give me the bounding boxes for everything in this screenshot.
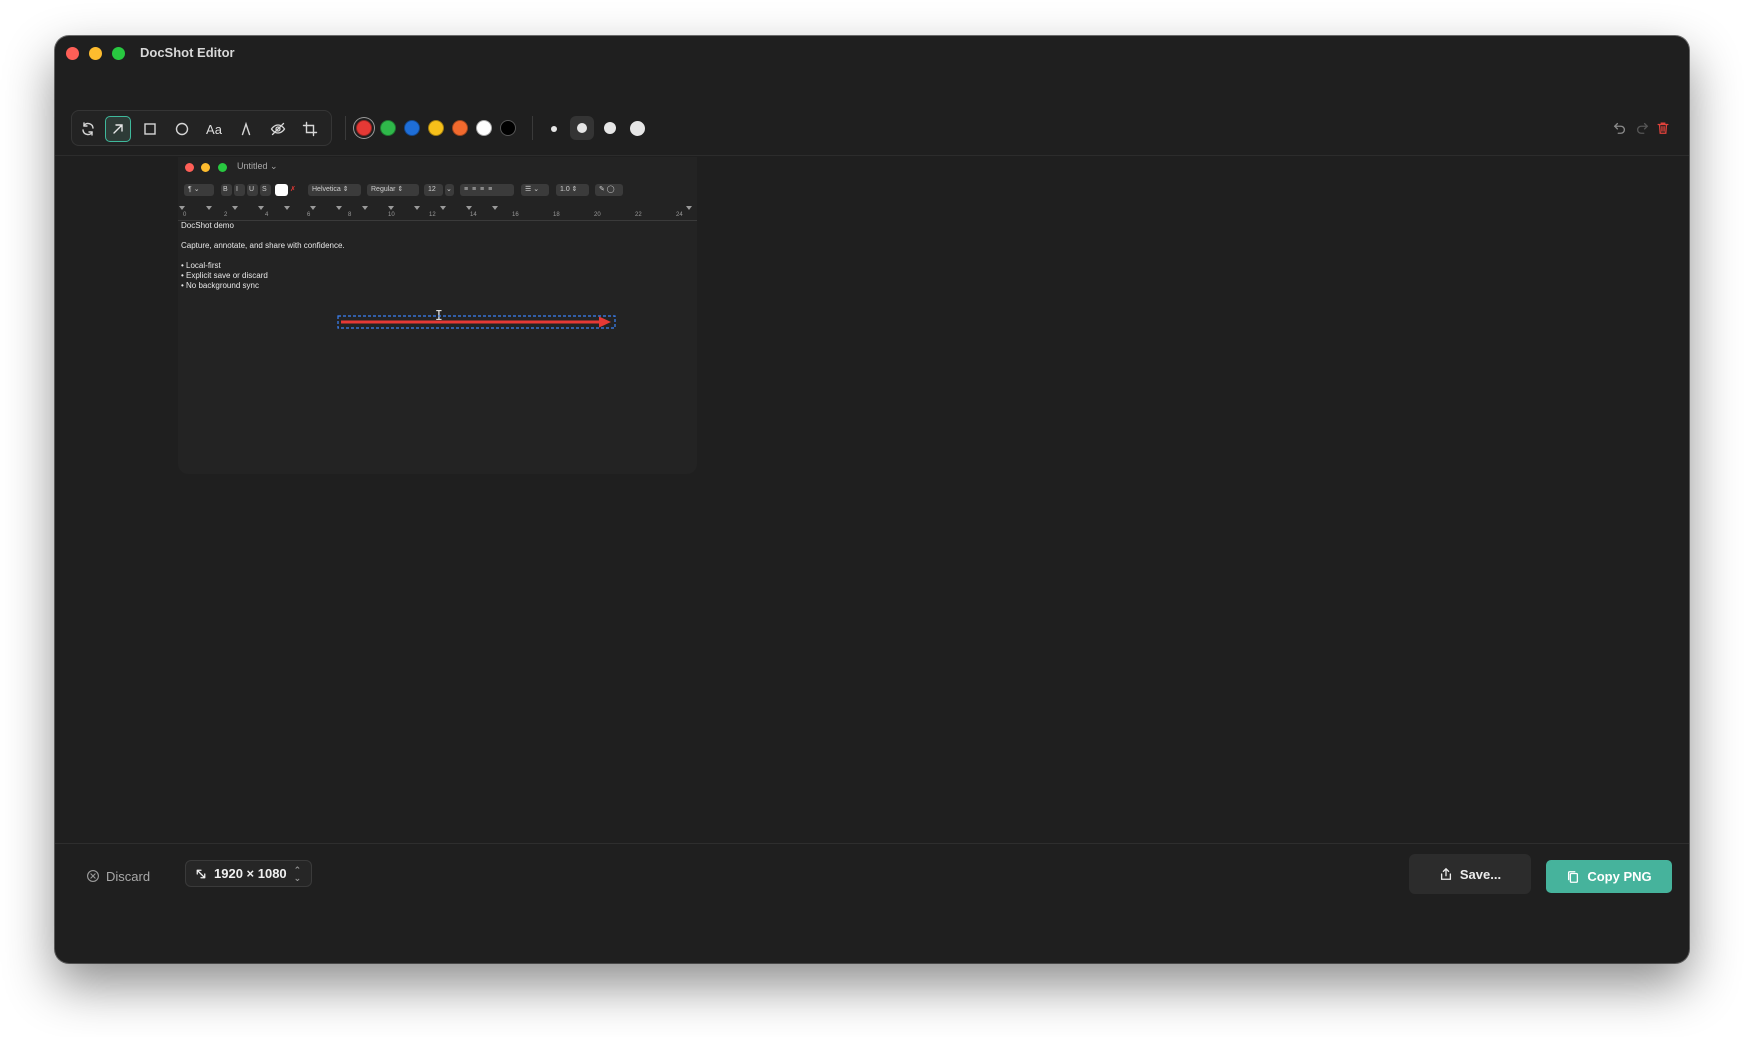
color-swatch-yellow[interactable] xyxy=(428,120,444,136)
window-title: DocShot Editor xyxy=(140,45,235,60)
stroke-size-large[interactable] xyxy=(604,122,616,134)
arrow-tool[interactable] xyxy=(105,116,131,142)
dimensions-value: 1920 × 1080 xyxy=(214,866,287,881)
save-button[interactable]: Save... xyxy=(1409,854,1531,894)
captured-screenshot[interactable]: Untitled ⌄ ¶ ⌄ B I U S ✗ Helvetica ⇕ Reg… xyxy=(178,157,697,474)
trash-icon xyxy=(1657,122,1669,134)
rotate-icon xyxy=(82,122,94,136)
close-window-button[interactable] xyxy=(66,47,79,60)
rectangle-icon xyxy=(144,123,156,135)
crop-tool[interactable] xyxy=(297,116,323,142)
discard-button[interactable]: Discard xyxy=(86,866,150,886)
discard-label: Discard xyxy=(106,868,151,884)
stepper-chevron-icon: ⌃ ⌄ xyxy=(293,864,302,883)
toolbar-divider xyxy=(532,116,533,140)
redact-tool[interactable] xyxy=(265,116,291,142)
color-swatch-blue[interactable] xyxy=(404,120,420,136)
dimensions-select[interactable]: 1920 × 1080 ⌃ ⌄ xyxy=(185,860,312,887)
copy-label: Copy PNG xyxy=(1587,869,1652,884)
color-swatch-red[interactable] xyxy=(356,120,372,136)
tool-group: Aa xyxy=(71,110,332,146)
stroke-size-small[interactable] xyxy=(551,126,557,132)
rotate-tool[interactable] xyxy=(75,116,101,142)
stroke-size-medium[interactable] xyxy=(577,123,587,133)
editor-canvas[interactable]: Untitled ⌄ ¶ ⌄ B I U S ✗ Helvetica ⇕ Reg… xyxy=(55,157,1689,843)
annotation-arrow-head xyxy=(599,316,611,328)
text-tool[interactable]: Aa xyxy=(201,116,227,142)
ellipse-tool[interactable] xyxy=(169,116,195,142)
arrow-icon xyxy=(113,124,123,134)
resize-icon xyxy=(196,869,206,878)
color-swatch-orange[interactable] xyxy=(452,120,468,136)
pen-icon xyxy=(241,121,251,136)
toolbar-divider xyxy=(345,116,346,140)
color-swatch-white[interactable] xyxy=(476,120,492,136)
stroke-size-x-large[interactable] xyxy=(630,121,645,136)
annotation-toolbar: Aa xyxy=(55,70,1689,156)
redact-eye-icon xyxy=(270,122,286,136)
copy-png-button[interactable]: Copy PNG xyxy=(1546,860,1672,893)
crop-icon xyxy=(302,121,318,137)
color-swatch-black[interactable] xyxy=(500,120,516,136)
redo-button[interactable] xyxy=(1634,120,1650,136)
save-label: Save... xyxy=(1459,866,1502,882)
redo-icon xyxy=(1636,122,1649,134)
ellipse-icon xyxy=(175,122,189,136)
annotation-layer xyxy=(337,315,616,329)
delete-button[interactable] xyxy=(1655,120,1671,136)
zoom-window-button[interactable] xyxy=(112,47,125,60)
undo-icon xyxy=(1613,122,1626,134)
color-swatch-green[interactable] xyxy=(380,120,396,136)
close-circle-icon xyxy=(87,870,99,882)
bottom-bar: Discard 1920 × 1080 ⌃ ⌄ Save... Copy PNG xyxy=(55,843,1689,963)
minimize-window-button[interactable] xyxy=(89,47,102,60)
text-icon: Aa xyxy=(206,121,222,137)
editor-window: DocShot Editor Aa Untitled ⌄ ¶ ⌄ B I U S… xyxy=(55,36,1689,963)
title-bar: DocShot Editor xyxy=(55,36,1689,70)
rectangle-tool[interactable] xyxy=(137,116,163,142)
share-icon xyxy=(1440,867,1451,880)
pen-tool[interactable] xyxy=(233,116,259,142)
undo-button[interactable] xyxy=(1612,120,1628,136)
copy-icon xyxy=(1568,870,1579,883)
